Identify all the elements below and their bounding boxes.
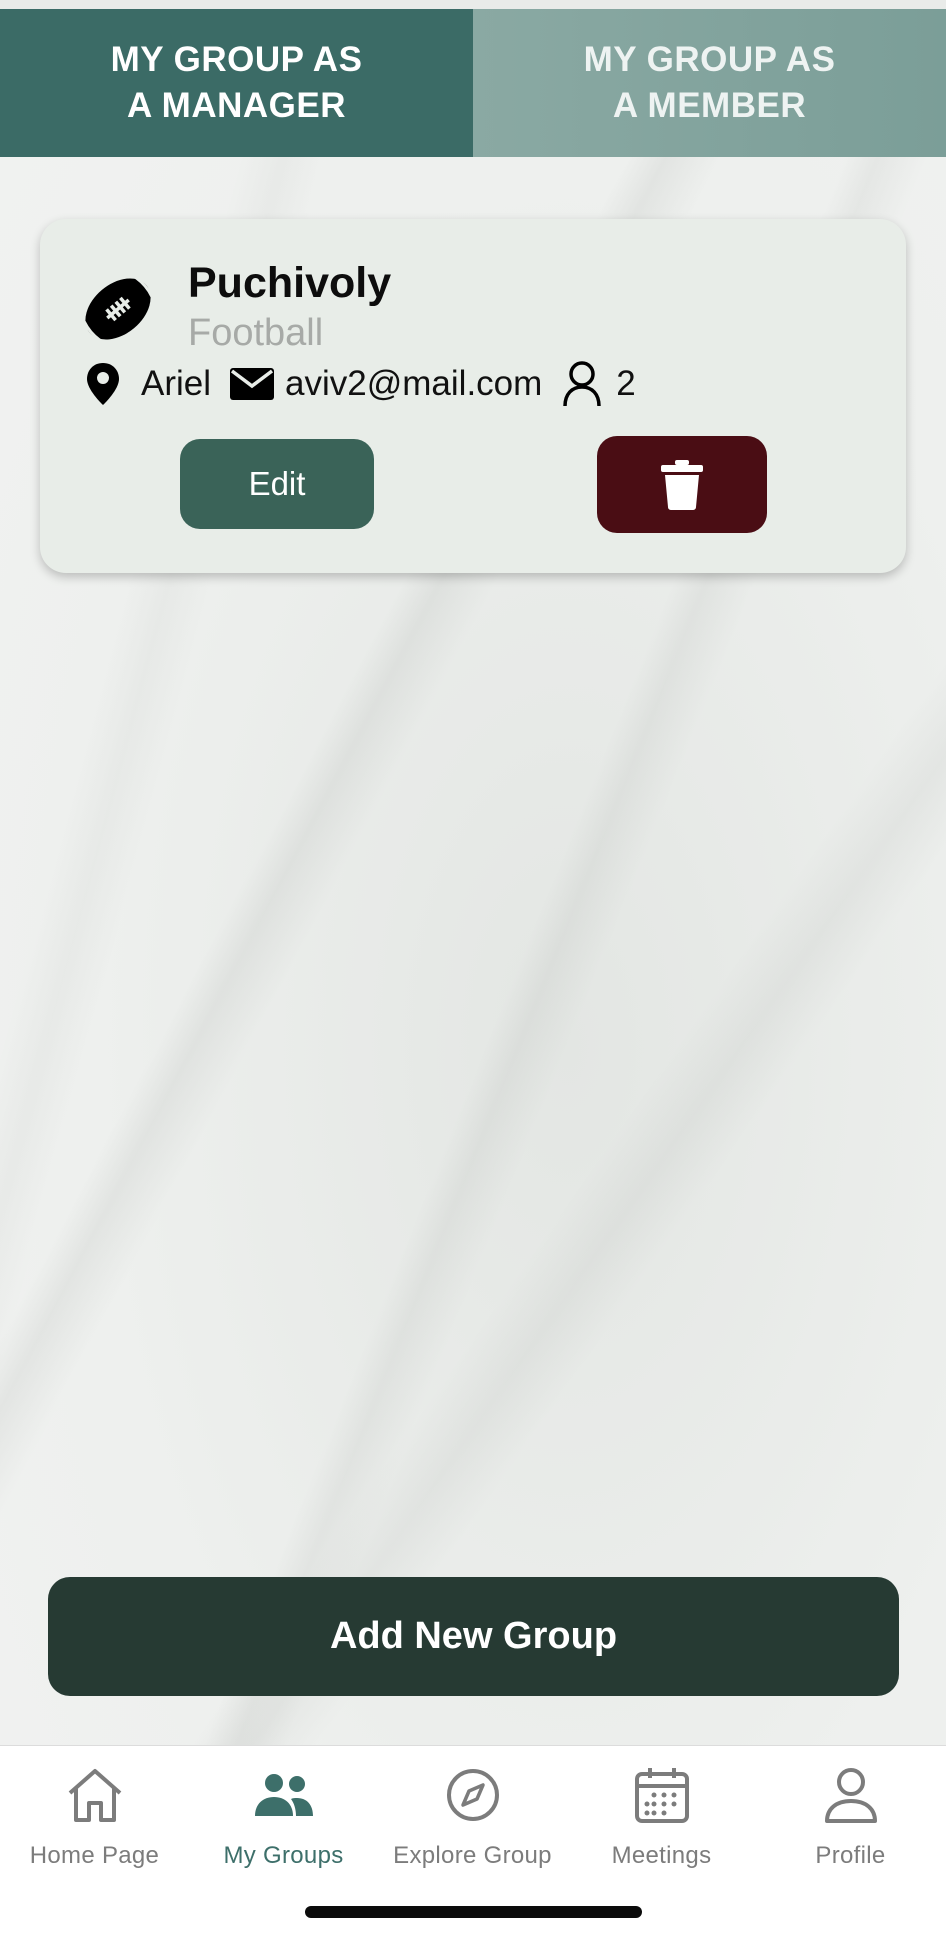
mail-icon bbox=[229, 367, 275, 401]
groups-icon bbox=[254, 1774, 313, 1816]
location-pin-icon bbox=[85, 361, 121, 407]
group-location: Ariel bbox=[141, 364, 212, 403]
tab-member[interactable]: MY GROUP AS A MEMBER bbox=[473, 9, 946, 157]
football-icon bbox=[82, 276, 154, 342]
home-indicator bbox=[305, 1906, 642, 1918]
nav-home[interactable]: Home Page bbox=[0, 1760, 189, 1880]
nav-my-groups-label: My Groups bbox=[223, 1842, 344, 1869]
edit-button[interactable]: Edit bbox=[180, 439, 374, 529]
group-info-row: Ariel aviv2@mail.com 2 bbox=[85, 359, 636, 409]
home-icon bbox=[68, 1769, 121, 1822]
nav-my-groups[interactable]: My Groups bbox=[189, 1760, 378, 1880]
member-icon bbox=[562, 360, 602, 408]
delete-button[interactable] bbox=[597, 436, 767, 533]
trash-icon bbox=[661, 459, 703, 510]
group-card[interactable]: Puchivoly Football Ariel aviv2@mail.com … bbox=[40, 219, 906, 573]
compass-icon bbox=[446, 1769, 499, 1821]
group-name: Puchivoly bbox=[188, 259, 392, 307]
nav-home-label: Home Page bbox=[29, 1842, 160, 1869]
calendar-icon bbox=[634, 1768, 689, 1823]
tab-manager[interactable]: MY GROUP AS A MANAGER bbox=[0, 9, 473, 157]
nav-meetings[interactable]: Meetings bbox=[567, 1760, 756, 1880]
nav-explore-group[interactable]: Explore Group bbox=[378, 1760, 567, 1880]
group-member-count: 2 bbox=[616, 364, 636, 403]
nav-meetings-label: Meetings bbox=[611, 1842, 712, 1869]
add-new-group-button[interactable]: Add New Group bbox=[48, 1577, 899, 1696]
group-role-tabs: MY GROUP AS A MANAGER MY GROUP AS A MEMB… bbox=[0, 9, 946, 157]
nav-profile-label: Profile bbox=[815, 1842, 886, 1869]
person-icon bbox=[824, 1768, 877, 1823]
nav-profile[interactable]: Profile bbox=[756, 1760, 945, 1880]
group-sport: Football bbox=[188, 312, 324, 354]
status-bar-strip bbox=[0, 0, 946, 9]
group-email: aviv2@mail.com bbox=[285, 364, 543, 403]
nav-explore-group-label: Explore Group bbox=[393, 1842, 552, 1869]
